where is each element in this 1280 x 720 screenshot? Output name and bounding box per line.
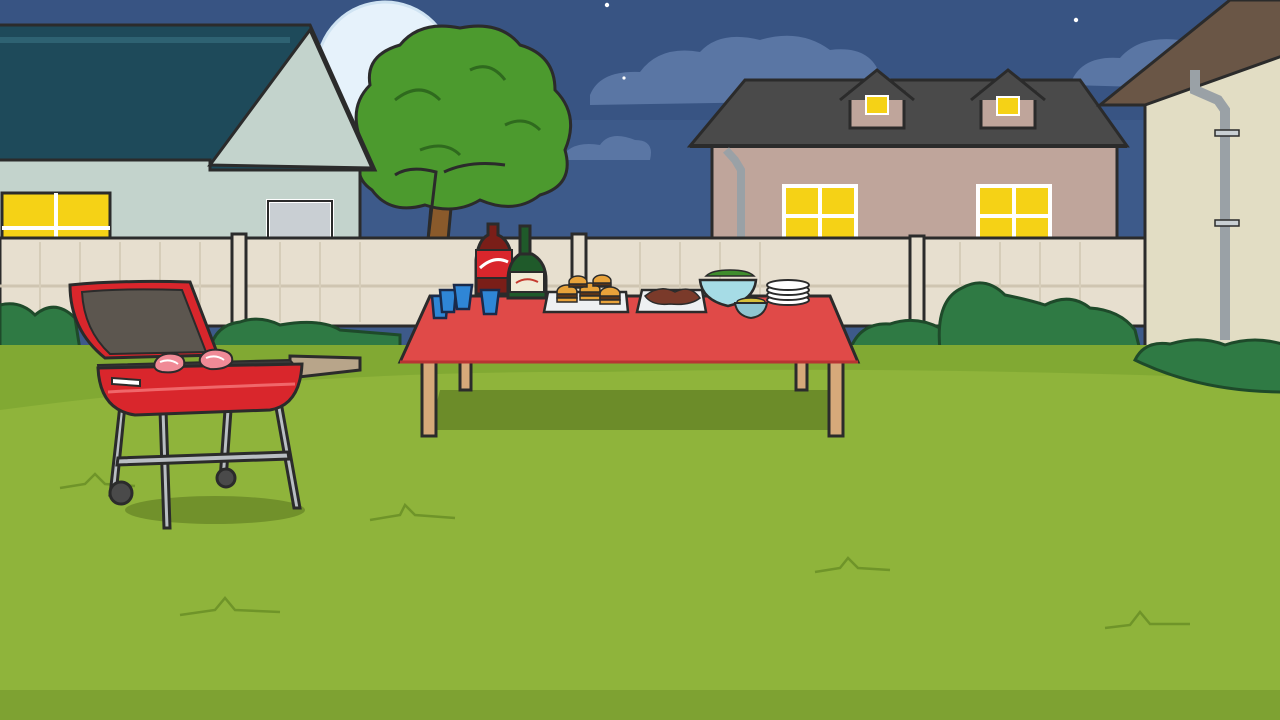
grill-handle — [111, 376, 141, 388]
grill-shadow — [125, 496, 305, 524]
grill-wheel — [108, 480, 134, 506]
backyard-bbq-scene — [0, 0, 1280, 720]
meat-tray — [635, 288, 708, 314]
table-leg — [827, 356, 845, 438]
plate-stack — [766, 279, 810, 306]
fence-post — [908, 234, 926, 326]
grill-wheel — [215, 467, 237, 489]
table-leg — [420, 356, 438, 438]
steak — [198, 348, 234, 371]
fence-post — [230, 232, 248, 326]
steak — [153, 352, 186, 374]
house-center — [686, 68, 1130, 262]
table-shadow — [430, 390, 840, 430]
house-left — [0, 23, 378, 262]
